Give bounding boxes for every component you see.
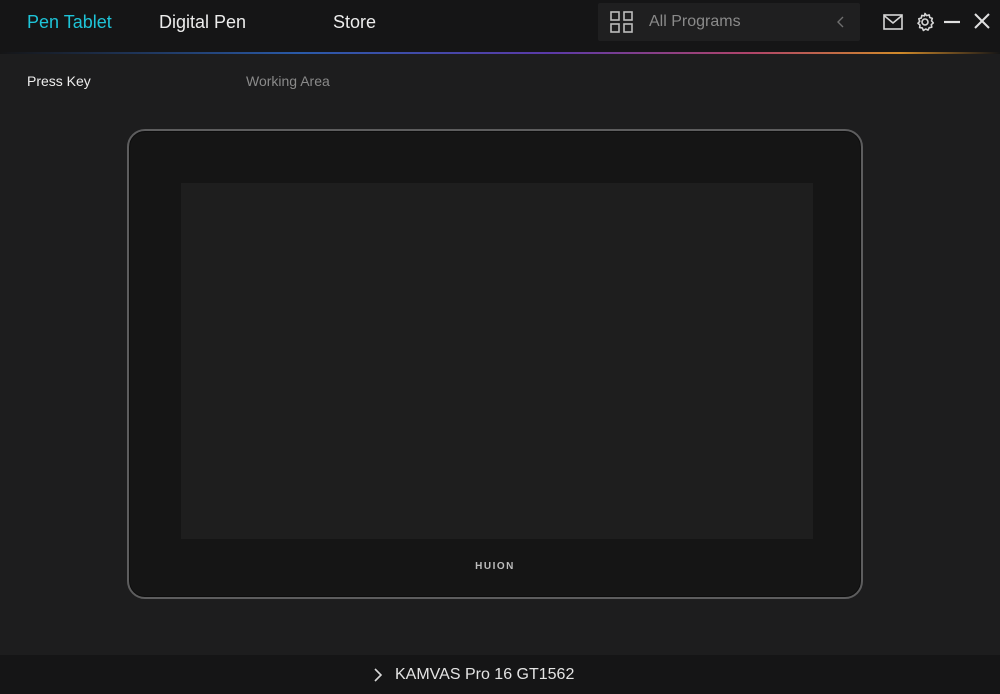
program-selector-label: All Programs	[649, 13, 741, 30]
tablet-illustration: HUION	[127, 129, 863, 599]
gear-icon[interactable]	[915, 12, 935, 32]
header-divider	[0, 52, 1000, 54]
grid-icon	[610, 11, 633, 33]
tab-digital-pen[interactable]: Digital Pen	[159, 10, 246, 34]
subtab-press-key[interactable]: Press Key	[27, 72, 91, 90]
device-name: KAMVAS Pro 16 GT1562	[395, 666, 575, 683]
close-icon[interactable]	[973, 12, 991, 30]
chevron-left-icon[interactable]	[834, 12, 848, 32]
top-bar: Pen Tablet Digital Pen Store All Program…	[0, 0, 1000, 52]
minimize-icon[interactable]	[943, 12, 961, 32]
mail-icon[interactable]	[883, 14, 903, 30]
tab-store[interactable]: Store	[333, 10, 376, 34]
device-selector[interactable]: KAMVAS Pro 16 GT1562	[373, 665, 574, 685]
chevron-right-icon	[374, 668, 383, 682]
tab-pen-tablet[interactable]: Pen Tablet	[27, 10, 112, 34]
device-bar: KAMVAS Pro 16 GT1562	[0, 655, 1000, 694]
program-selector[interactable]: All Programs	[598, 3, 860, 41]
tablet-screen	[181, 183, 813, 539]
tablet-brand-logo: HUION	[475, 561, 515, 572]
subtab-working-area[interactable]: Working Area	[246, 72, 330, 90]
